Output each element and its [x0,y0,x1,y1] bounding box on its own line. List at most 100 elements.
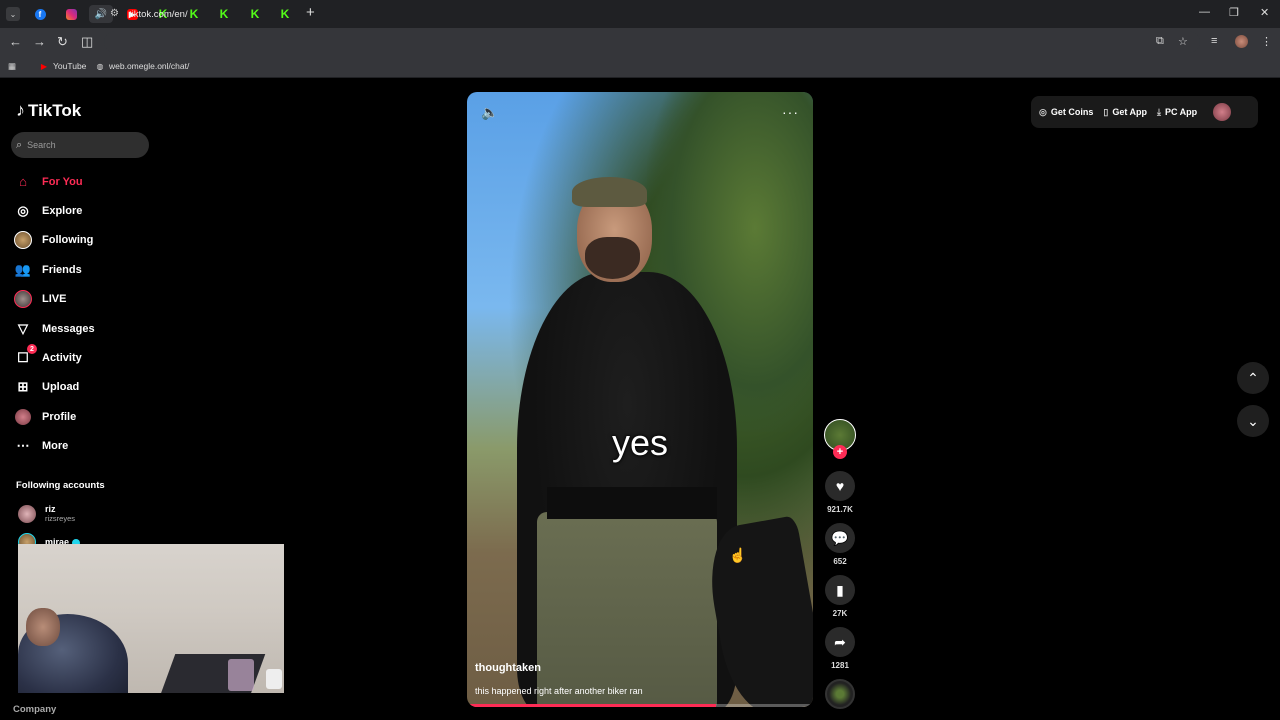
youtube-icon: ▶ [40,61,48,71]
bookmark-icon[interactable]: ▮ [825,575,855,605]
coin-icon: ◎ [1039,106,1047,117]
bookmark-star-icon[interactable]: ☆ [1178,35,1188,48]
webcam-overlay [18,544,284,693]
search-input[interactable] [27,140,138,150]
kick-icon: K [280,7,290,21]
sidebar-item-for-you[interactable]: ⌂ For You [14,167,164,196]
pc-app-label: PC App [1164,107,1198,117]
user-avatar[interactable] [1213,103,1232,121]
sidebar-item-activity[interactable]: ☐ 2 Activity [14,343,164,372]
more-icon: ⋯ [16,438,30,454]
tab-kick-4[interactable]: K [243,5,267,23]
sidebar-item-messages[interactable]: ▽ Messages [14,314,164,343]
previous-video-button[interactable]: ⌃ [1237,362,1269,394]
bookmark-omegle[interactable]: ◍ web.omegle.onl/chat/ [95,61,190,71]
sidebar-item-upload[interactable]: ⊞ Upload [14,373,164,402]
following-account-riz[interactable]: riz rizsreyes [18,504,75,523]
tiktok-logo[interactable]: ♪ TikTok [16,100,81,121]
sidebar-item-label: Activity [42,352,82,365]
forward-icon[interactable]: → [33,34,46,49]
save-count: 27K [832,609,848,618]
volume-icon[interactable]: 🔈 [481,104,498,121]
mouse-cursor-icon: ☝ [729,547,747,563]
sidebar-item-explore[interactable]: ◎ Explore [14,196,164,225]
sidebar-item-profile[interactable]: Profile [14,402,164,431]
address-bar[interactable] [104,31,1200,53]
next-video-button[interactable]: ⌄ [1237,405,1269,437]
url-text[interactable]: tiktok.com/en/ [129,9,188,20]
sidebar-item-following[interactable]: Following [14,226,164,255]
sidebar-item-live[interactable]: LIVE [14,285,164,314]
tab-instagram[interactable] [59,5,83,23]
logo-text: TikTok [28,100,82,120]
music-disc-icon[interactable] [825,679,855,709]
video-author[interactable]: thoughtaken [475,662,541,674]
tiktok-page: ♪ TikTok ⌕ ⌂ For You ◎ Explore Following… [0,79,1280,720]
upload-icon: ⊞ [17,379,29,395]
pc-app-button[interactable]: ⤓ PC App [1157,107,1197,118]
sidebar-item-label: Profile [42,410,77,423]
sidebar-item-friends[interactable]: 👥 Friends [14,255,164,284]
like-count: 921.7K [827,505,853,514]
minimize-button[interactable]: — [1199,6,1210,18]
avatar [18,504,36,523]
restore-button[interactable]: ❐ [1229,6,1239,19]
get-coins-button[interactable]: ◎ Get Coins [1039,107,1093,118]
live-icon [14,290,32,309]
globe-icon: ◍ [96,61,104,71]
kick-icon: K [219,7,229,21]
browser-toolbar: ← → ↻ ◫ ⧉ ☆ ≡ ⋮ [0,28,1280,56]
comment-icon[interactable]: 💬 [825,523,855,553]
share-icon[interactable]: ➦ [825,627,855,657]
sidebar-item-label: LIVE [42,293,67,306]
more-options-icon[interactable]: ··· [782,104,799,120]
chevron-down-icon: ⌄ [1247,412,1259,429]
video-player[interactable]: 🔈 ··· yes ☝ thoughtaken this happened ri… [467,92,813,707]
like-action[interactable]: ♥ 921.7K [824,471,856,514]
save-action[interactable]: ▮ 27K [824,575,856,618]
bookmarks-bar: ▦ ▶ YouTube ◍ web.omegle.onl/chat/ [0,56,1280,78]
browser-menu-icon[interactable]: ⋮ [1261,35,1272,48]
apps-grid-icon[interactable]: ▦ [8,61,16,72]
browser-tab-bar: ⌄ f 🔊 ▶ K K K K K + — ❐ ✕ [0,0,1280,28]
follow-plus-icon[interactable]: + [833,445,847,459]
sidebar-item-label: For You [42,175,83,188]
kick-icon: K [250,7,260,21]
close-window-button[interactable]: ✕ [1260,6,1269,19]
get-app-label: Get App [1112,107,1147,117]
site-info-icon[interactable]: ⚙ [110,8,119,19]
split-view-icon[interactable]: ◫ [81,34,93,50]
search-icon: ⌕ [16,138,23,151]
bookmark-label: YouTube [53,61,87,71]
sidebar-item-more[interactable]: ⋯ More [14,432,164,461]
heart-icon[interactable]: ♥ [825,471,855,501]
share-action[interactable]: ➦ 1281 [824,627,856,670]
search-box[interactable]: ⌕ [11,132,149,158]
tab-kick-5[interactable]: K [273,5,297,23]
tab-facebook[interactable]: f [28,5,52,23]
browser-profile-avatar[interactable] [1235,35,1248,48]
bookmark-youtube[interactable]: ▶ YouTube [39,61,86,71]
chevron-up-icon: ⌃ [1247,369,1259,386]
new-tab-button[interactable]: + [306,4,315,21]
speaker-icon: 🔊 [94,8,108,20]
media-control-icon[interactable]: ≡ [1211,35,1217,47]
comment-action[interactable]: 💬 652 [824,523,856,566]
footer-company-link[interactable]: Company [13,704,56,715]
get-app-button[interactable]: ▯ Get App [1103,107,1147,118]
compass-icon: ◎ [17,203,29,219]
tab-search-button[interactable]: ⌄ [6,7,20,21]
home-icon: ⌂ [19,174,27,190]
following-accounts-title: Following accounts [16,480,105,491]
reload-icon[interactable]: ↻ [57,34,68,50]
sidebar-item-label: Following [42,234,94,247]
video-progress-bar[interactable] [467,704,813,707]
back-icon[interactable]: ← [9,34,22,49]
tab-kick-3[interactable]: K [212,5,236,23]
messages-icon: ▽ [18,320,28,336]
sidebar-nav: ⌂ For You ◎ Explore Following 👥 Friends … [14,167,164,461]
top-right-actions: ◎ Get Coins ▯ Get App ⤓ PC App [1031,96,1258,128]
comment-count: 652 [833,557,847,566]
tiktok-note-icon: ♪ [16,100,25,120]
install-app-icon[interactable]: ⧉ [1156,35,1164,48]
